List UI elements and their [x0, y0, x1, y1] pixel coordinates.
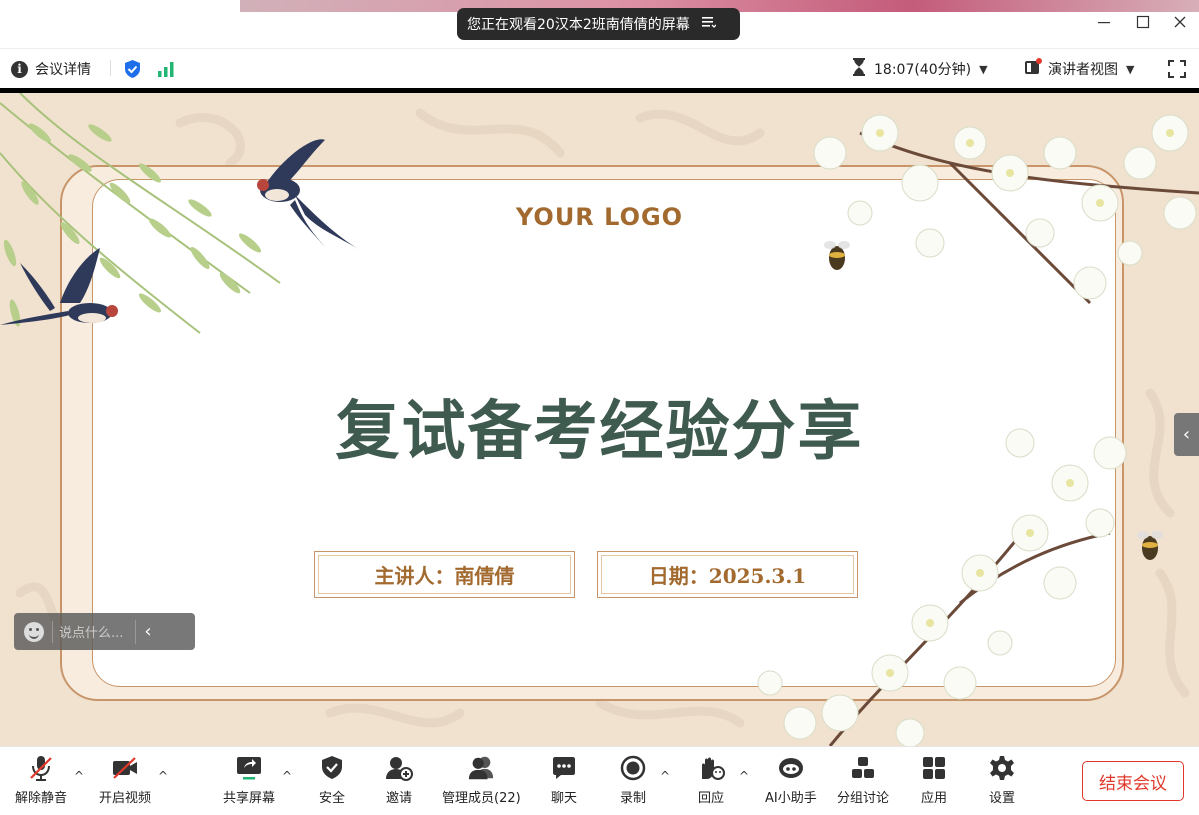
- share-screen-button[interactable]: 共享屏幕: [223, 753, 275, 811]
- cherry-blossom-decoration: [813, 114, 1199, 305]
- minimize-icon[interactable]: [1094, 14, 1114, 34]
- chevron-left-icon[interactable]: ‹: [1174, 413, 1199, 456]
- chevron-up-icon[interactable]: ^: [660, 769, 670, 783]
- start-video-button[interactable]: 开启视频: [99, 753, 151, 811]
- ai-assistant-icon: [777, 753, 805, 783]
- chevron-up-icon[interactable]: ^: [739, 769, 749, 783]
- video-off-icon: [111, 753, 139, 783]
- reactions-button[interactable]: 回应: [697, 753, 725, 811]
- settings-label: 设置: [988, 791, 1015, 806]
- date-label: 日期：2025.3.1: [648, 564, 807, 588]
- signal-icon[interactable]: [157, 59, 175, 79]
- swallow-illustration: [257, 139, 360, 250]
- shield-icon[interactable]: [123, 59, 142, 79]
- unmute-button[interactable]: 解除静音: [15, 753, 67, 811]
- breakout-rooms-button[interactable]: 分组讨论: [837, 753, 889, 811]
- meeting-details-label: 会议详情: [35, 62, 91, 78]
- participants-button[interactable]: 管理成员(22): [442, 753, 521, 811]
- info-icon: i: [11, 60, 28, 78]
- speaker-label: 主讲人：南倩倩: [374, 564, 515, 588]
- ai-assistant-button[interactable]: AI小助手: [765, 753, 817, 811]
- close-icon[interactable]: [1170, 14, 1190, 34]
- shield-icon: [318, 753, 346, 783]
- comment-input[interactable]: 说点什么... ‹: [14, 613, 195, 650]
- speaker-view-icon: [1024, 58, 1042, 80]
- record-label: 录制: [619, 791, 646, 806]
- date-box: 日期：2025.3.1: [597, 551, 858, 598]
- hourglass-icon: [852, 58, 866, 80]
- speaker-box: 主讲人：南倩倩: [314, 551, 575, 598]
- comment-placeholder: 说点什么...: [59, 626, 124, 641]
- record-icon: [619, 753, 647, 783]
- timer-label: 18:07(40分钟): [874, 62, 972, 78]
- reactions-icon: [697, 753, 725, 783]
- title-bar: 您正在观看20汉本2班南倩倩的屏幕: [0, 0, 1199, 48]
- end-meeting-button[interactable]: 结束会议: [1082, 761, 1184, 801]
- screen-share-notice[interactable]: 您正在观看20汉本2班南倩倩的屏幕: [457, 8, 740, 40]
- chevron-up-icon[interactable]: ^: [74, 769, 84, 783]
- slide-title: 复试备考经验分享: [335, 394, 864, 469]
- bee-illustration: [1137, 531, 1163, 560]
- chat-icon: [550, 753, 578, 783]
- bee-illustration: [824, 241, 850, 270]
- security-label: 安全: [318, 791, 345, 806]
- share-screen-icon: [235, 753, 263, 783]
- meeting-timer[interactable]: 18:07(40分钟) ▼: [852, 58, 988, 80]
- ai-assistant-label: AI小助手: [765, 791, 817, 806]
- divider: [110, 60, 111, 76]
- start-video-label: 开启视频: [99, 791, 152, 806]
- maximize-icon[interactable]: [1133, 14, 1153, 34]
- chevron-left-icon[interactable]: ‹: [144, 621, 151, 642]
- breakout-rooms-label: 分组讨论: [837, 791, 890, 806]
- unmute-label: 解除静音: [15, 791, 68, 806]
- chevron-up-icon[interactable]: ^: [158, 769, 168, 783]
- meeting-toolbar: 解除静音 ^ 开启视频 ^ 共享屏幕 ^ 安全 邀请 管理成员(22) 聊天 录…: [0, 746, 1199, 815]
- apps-label: 应用: [920, 791, 947, 806]
- gear-icon: [988, 753, 1016, 783]
- chat-label: 聊天: [550, 791, 577, 806]
- invite-label: 邀请: [385, 791, 412, 806]
- divider: [52, 620, 53, 643]
- participants-label: 管理成员(22): [442, 791, 521, 806]
- fullscreen-icon[interactable]: [1168, 59, 1186, 79]
- view-mode-label: 演讲者视图: [1048, 62, 1118, 78]
- chevron-up-icon[interactable]: ^: [282, 769, 292, 783]
- chat-button[interactable]: 聊天: [550, 753, 578, 811]
- view-mode-button[interactable]: 演讲者视图 ▼: [1024, 58, 1134, 80]
- slide-logo: YOUR LOGO: [515, 203, 684, 231]
- reactions-label: 回应: [697, 791, 724, 806]
- apps-icon: [920, 753, 948, 783]
- meeting-details-button[interactable]: i 会议详情: [11, 59, 91, 79]
- chevron-down-icon[interactable]: ▼: [1126, 63, 1134, 76]
- presentation-slide: YOUR LOGO 复试备考经验分享 主讲人：南倩倩 日期：2025.3.1 ‹…: [0, 93, 1199, 746]
- chevron-down-icon[interactable]: ▼: [979, 63, 987, 76]
- settings-button[interactable]: 设置: [988, 753, 1016, 811]
- share-notice-text: 您正在观看20汉本2班南倩倩的屏幕: [467, 17, 690, 33]
- swallow-illustration: [0, 248, 118, 325]
- participants-icon: [467, 753, 495, 783]
- microphone-muted-icon: [27, 753, 55, 783]
- meeting-info-bar: i 会议详情 18:07(40分钟) ▼ 演讲者视图 ▼: [0, 48, 1199, 88]
- shared-screen-area: YOUR LOGO 复试备考经验分享 主讲人：南倩倩 日期：2025.3.1 ‹…: [0, 88, 1199, 746]
- list-icon[interactable]: [701, 16, 717, 32]
- invite-button[interactable]: 邀请: [385, 753, 413, 811]
- share-screen-label: 共享屏幕: [223, 791, 276, 806]
- breakout-rooms-icon: [849, 753, 877, 783]
- security-button[interactable]: 安全: [318, 753, 346, 811]
- apps-button[interactable]: 应用: [920, 753, 948, 811]
- emoji-icon[interactable]: [24, 621, 44, 642]
- add-user-icon: [385, 753, 413, 783]
- record-button[interactable]: 录制: [619, 753, 647, 811]
- divider: [135, 619, 137, 644]
